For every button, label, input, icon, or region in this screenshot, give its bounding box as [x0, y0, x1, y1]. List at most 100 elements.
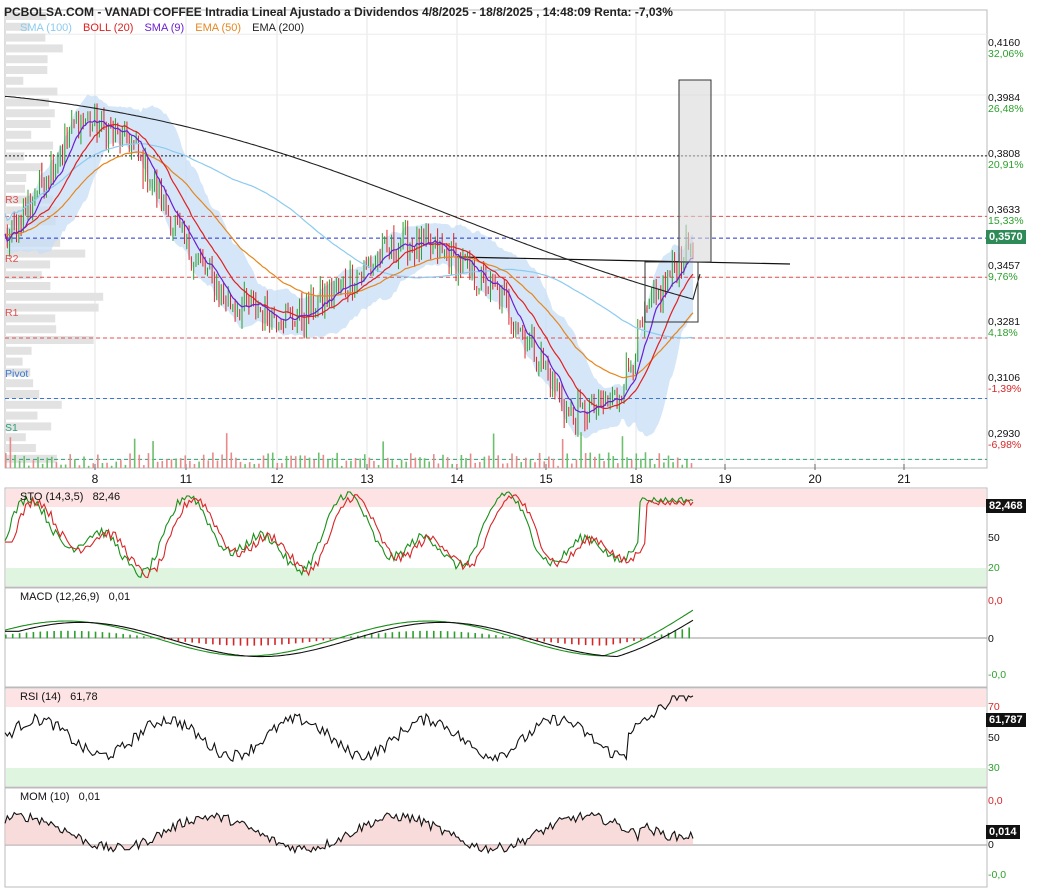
- volume-bar: [258, 463, 260, 468]
- volume-bar: [87, 465, 90, 468]
- macd-histogram-bar: [522, 638, 525, 640]
- macd-histogram-bar: [32, 632, 35, 639]
- macd-histogram-bar: [101, 632, 104, 639]
- volume-bar: [138, 454, 141, 468]
- volume-bar: [239, 461, 242, 468]
- macd-histogram-bar: [426, 630, 428, 639]
- volume-bar: [9, 437, 12, 468]
- r1-label: R1: [5, 307, 19, 319]
- volume-bar: [248, 462, 251, 468]
- ema50-line: [4, 151, 694, 379]
- volume-bar: [538, 452, 541, 468]
- macd-histogram-bar: [308, 638, 311, 642]
- macd-histogram-bar: [177, 638, 180, 642]
- volume-profile-bar: [5, 390, 40, 398]
- volume-bar: [520, 462, 523, 468]
- macd-histogram-bar: [467, 632, 470, 639]
- volume-bar: [589, 452, 592, 468]
- volume-profile-bar: [5, 292, 104, 301]
- macd-histogram-bar: [315, 638, 318, 642]
- macd-histogram-bar: [571, 638, 573, 645]
- volume-bar: [32, 460, 35, 468]
- macd-histogram-bar: [294, 638, 297, 644]
- macd-histogram-bar: [87, 631, 90, 639]
- macd-histogram-bar: [619, 638, 621, 644]
- volume-bar: [299, 455, 302, 468]
- macd-histogram-bar: [274, 638, 276, 645]
- pivot-label: Pivot: [5, 368, 29, 380]
- volume-bar: [101, 462, 104, 468]
- macd-histogram-bar: [460, 631, 463, 639]
- r2-label: R2: [5, 253, 19, 265]
- macd-histogram-bar: [39, 631, 42, 639]
- volume-bar: [198, 461, 200, 468]
- macd-histogram-bar: [225, 638, 228, 646]
- volume-profile-bar: [5, 163, 43, 172]
- macd-histogram-bar: [453, 631, 456, 639]
- macd-histogram-bar: [398, 631, 401, 639]
- volume-profile-bar: [5, 454, 57, 463]
- macd-histogram-bar: [640, 638, 642, 640]
- volume-profile-bar: [5, 433, 26, 442]
- macd-histogram-bar: [591, 638, 594, 646]
- volume-bar: [432, 454, 435, 468]
- volume-bar: [580, 432, 582, 468]
- volume-bar: [133, 438, 136, 468]
- indicator-legend: SMA (100) BOLL (20) SMA (9) EMA (50) EMA…: [20, 22, 312, 34]
- volume-bar: [92, 463, 95, 468]
- sto-label: STO (14,3,5) 82,46: [20, 491, 121, 503]
- volume-bar: [612, 456, 615, 468]
- pct-tick: 20,91%: [988, 159, 1024, 171]
- volume-bar: [672, 462, 674, 468]
- macd-histogram-bar: [439, 630, 442, 639]
- volume-bar: [60, 464, 62, 468]
- macd-histogram-bar: [5, 634, 7, 639]
- volume-bar: [41, 463, 44, 468]
- volume-bar: [322, 454, 325, 468]
- x-tick: 19: [718, 472, 732, 486]
- x-tick: 11: [179, 472, 193, 486]
- volume-bar: [340, 465, 343, 468]
- macd-histogram-bar: [94, 631, 97, 639]
- rsi-overbought-zone: [6, 689, 986, 707]
- macd-histogram-bar: [322, 638, 325, 641]
- volume-profile-bar: [5, 282, 51, 290]
- volume-bar: [230, 452, 233, 468]
- volume-bar: [212, 452, 214, 468]
- macd-histogram-bar: [18, 633, 21, 639]
- volume-bar: [667, 455, 670, 468]
- pct-tick: 9,76%: [988, 271, 1018, 283]
- volume-profile-bar: [5, 44, 63, 53]
- volume-bar: [455, 464, 458, 468]
- macd-histogram-bar: [557, 638, 559, 644]
- volume-bar: [156, 461, 159, 468]
- macd-histogram-bar: [212, 638, 214, 645]
- macd-histogram-bar: [136, 635, 138, 639]
- volume-bar: [479, 462, 481, 468]
- volume-bar: [423, 458, 426, 468]
- macd-histogram-bar: [598, 638, 601, 646]
- volume-bar: [143, 465, 145, 468]
- volume-bar: [644, 452, 647, 468]
- legend-ema50: EMA (50): [195, 22, 242, 34]
- volume-bar: [120, 460, 122, 468]
- volume-bar: [488, 455, 490, 468]
- volume-bar: [267, 453, 269, 468]
- macd-histogram-bar: [53, 630, 55, 639]
- volume-bar: [676, 457, 679, 468]
- macd-histogram-bar: [681, 629, 684, 639]
- macd-histogram-bar: [384, 632, 387, 639]
- macd-histogram-bar: [474, 633, 477, 639]
- macd-histogram-bar: [301, 638, 304, 643]
- volume-bar: [37, 456, 39, 468]
- volume-profile-bar: [5, 271, 42, 280]
- mom-level: 0,0: [988, 795, 1003, 807]
- macd-histogram-bar: [502, 635, 504, 639]
- volume-bar: [28, 465, 30, 468]
- volume-bar: [221, 454, 223, 468]
- macd-histogram-bar: [543, 638, 546, 642]
- mom-level: 0: [988, 839, 994, 851]
- volume-bar: [354, 457, 357, 468]
- macd-histogram-bar: [626, 638, 628, 643]
- macd-histogram-bar: [605, 638, 608, 646]
